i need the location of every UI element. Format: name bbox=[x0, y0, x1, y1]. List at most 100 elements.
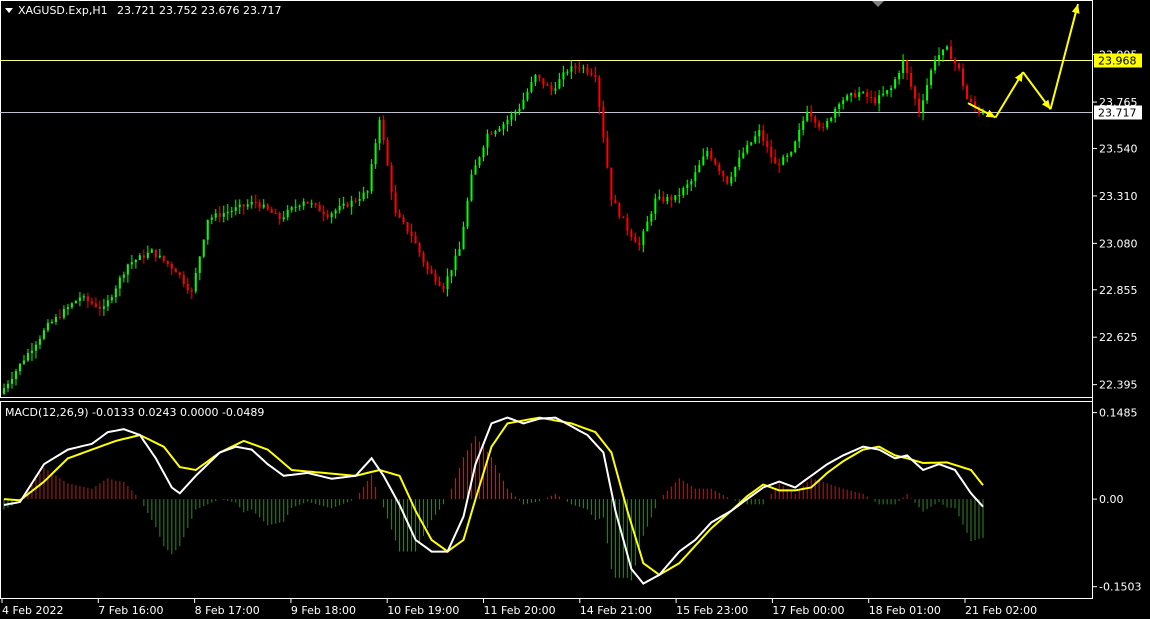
candle-body bbox=[262, 204, 265, 208]
candle-body bbox=[430, 269, 433, 274]
candle-body bbox=[398, 212, 401, 218]
candle-body bbox=[478, 157, 481, 166]
candle-body bbox=[410, 231, 413, 237]
candle-body bbox=[874, 97, 877, 104]
candle-body bbox=[698, 164, 701, 173]
candle-body bbox=[670, 196, 673, 200]
time-tick-label: 7 Feb 16:00 bbox=[98, 604, 163, 617]
candle-body bbox=[918, 98, 921, 113]
candle-body bbox=[182, 275, 185, 284]
price-tick-label: 23.310 bbox=[1099, 190, 1138, 203]
candle-body bbox=[26, 352, 29, 361]
candle-body bbox=[734, 166, 737, 177]
candle-body bbox=[822, 127, 825, 129]
candle-body bbox=[102, 306, 105, 309]
candle-body bbox=[214, 213, 217, 218]
candle-body bbox=[922, 100, 925, 113]
candle-body bbox=[686, 184, 689, 189]
candle-body bbox=[118, 277, 121, 289]
candle-body bbox=[870, 96, 873, 98]
candle-body bbox=[50, 321, 53, 323]
candle-body bbox=[222, 213, 225, 217]
candle-body bbox=[114, 288, 117, 298]
candle-body bbox=[642, 231, 645, 246]
chart-shift-marker[interactable] bbox=[872, 1, 884, 7]
price-tick-label: 23.540 bbox=[1099, 142, 1138, 155]
time-tick-label: 11 Feb 20:00 bbox=[484, 604, 556, 617]
candle-body bbox=[334, 210, 337, 214]
candle-body bbox=[38, 338, 41, 345]
time-tick-label: 10 Feb 19:00 bbox=[387, 604, 459, 617]
price-tick-label: 22.855 bbox=[1099, 284, 1138, 297]
forecast-arrow-line bbox=[1049, 3, 1079, 110]
candle-body bbox=[254, 201, 257, 203]
candle-body bbox=[702, 156, 705, 165]
candle-body bbox=[662, 196, 665, 202]
candle-body bbox=[938, 55, 941, 60]
candle-body bbox=[690, 181, 693, 185]
candle-body bbox=[718, 164, 721, 172]
candle-body bbox=[450, 270, 453, 277]
candle-body bbox=[142, 255, 145, 258]
candle-body bbox=[42, 330, 45, 339]
horizontal-lines bbox=[0, 60, 1092, 113]
candle-body bbox=[794, 141, 797, 153]
candle-body bbox=[906, 60, 909, 74]
candle-body bbox=[950, 46, 953, 60]
candle-body bbox=[582, 67, 585, 69]
candle-body bbox=[130, 262, 133, 265]
candle-body bbox=[330, 213, 333, 218]
candle-body bbox=[458, 249, 461, 256]
candle-body bbox=[842, 100, 845, 105]
macd-axis: 0.1485 0.00 -0.1503 bbox=[1092, 407, 1141, 594]
candle-body bbox=[190, 290, 193, 292]
candle-body bbox=[534, 74, 537, 83]
candle-body bbox=[562, 72, 565, 80]
candle-body bbox=[302, 201, 305, 206]
candle-body bbox=[506, 119, 509, 125]
candle-body bbox=[346, 203, 349, 207]
candle-body bbox=[70, 303, 73, 308]
candle-body bbox=[542, 78, 545, 85]
candle-body bbox=[210, 217, 213, 220]
candle-body bbox=[786, 155, 789, 157]
candle-body bbox=[962, 68, 965, 86]
candle-body bbox=[678, 194, 681, 196]
candle-body bbox=[970, 99, 973, 102]
candle-body bbox=[30, 350, 33, 353]
candle-body bbox=[546, 84, 549, 86]
candle-body bbox=[694, 172, 697, 182]
trading-chart[interactable]: 23.99523.76523.54023.31023.08022.85522.6… bbox=[0, 0, 1150, 619]
candle-body bbox=[354, 200, 357, 202]
candle-body bbox=[898, 72, 901, 80]
candle-body bbox=[6, 383, 9, 389]
candle-body bbox=[982, 113, 985, 115]
candle-body bbox=[422, 252, 425, 263]
candle-body bbox=[902, 60, 905, 73]
candle-body bbox=[730, 176, 733, 184]
candle-body bbox=[550, 85, 553, 91]
candle-body bbox=[514, 111, 517, 115]
price-tag-label: 23.968 bbox=[1098, 55, 1137, 68]
candle-body bbox=[86, 296, 89, 302]
candle-body bbox=[278, 213, 281, 220]
time-tick-label: 21 Feb 02:00 bbox=[965, 604, 1037, 617]
candle-body bbox=[454, 255, 457, 271]
candle-body bbox=[742, 152, 745, 158]
candle-body bbox=[666, 196, 669, 202]
candle-body bbox=[62, 309, 65, 318]
candle-body bbox=[34, 344, 37, 351]
candle-body bbox=[282, 217, 285, 220]
candle-body bbox=[342, 203, 345, 206]
candle-body bbox=[946, 46, 949, 50]
price-tick-label: 22.625 bbox=[1099, 331, 1138, 344]
candle-body bbox=[966, 85, 969, 100]
candle-body bbox=[226, 211, 229, 214]
candle-body bbox=[770, 146, 773, 158]
candle-body bbox=[162, 255, 165, 261]
candle-body bbox=[850, 93, 853, 96]
menu-triangle-icon[interactable] bbox=[5, 8, 13, 13]
candle-body bbox=[122, 274, 125, 278]
macd-header: MACD(12,26,9) -0.0133 0.0243 0.0000 -0.0… bbox=[5, 406, 264, 419]
candle-body bbox=[406, 222, 409, 232]
